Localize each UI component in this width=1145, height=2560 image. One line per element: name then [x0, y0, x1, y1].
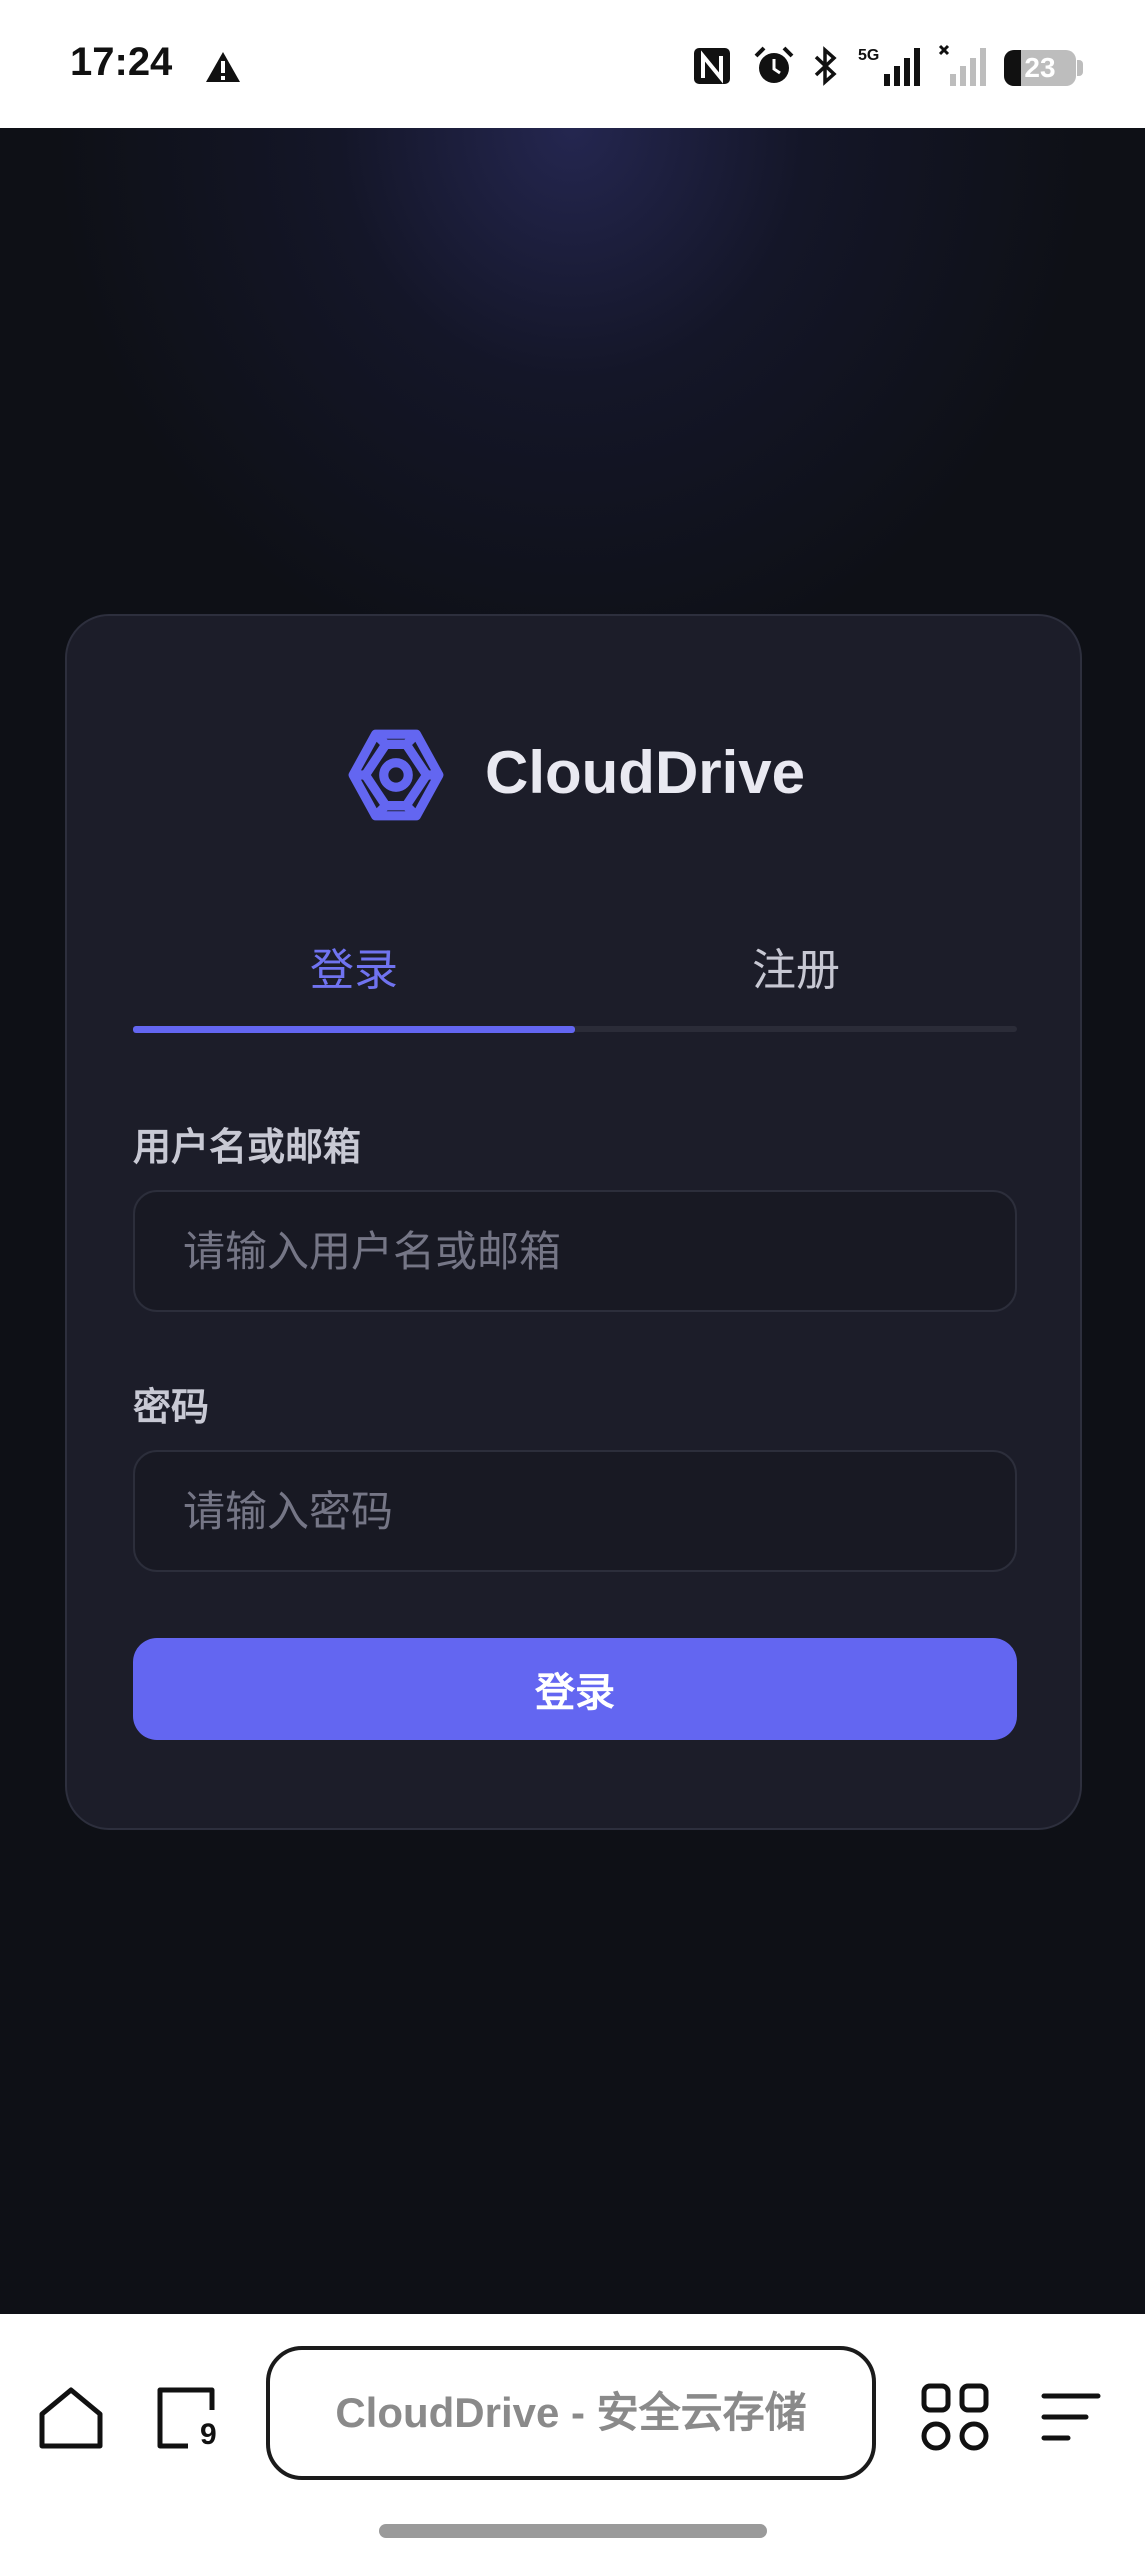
home-indicator[interactable]: [379, 2524, 767, 2538]
password-label: 密码: [133, 1385, 210, 1429]
nfc-icon: [694, 48, 730, 84]
auth-card: CloudDrive 登录 注册 用户名或邮箱 密码 登录: [65, 614, 1082, 1830]
brand-name: CloudDrive: [485, 739, 806, 806]
tabs-button[interactable]: 9: [150, 2380, 224, 2454]
url-bar[interactable]: CloudDrive - 安全云存储: [266, 2346, 876, 2480]
password-input[interactable]: [133, 1450, 1017, 1572]
svg-text:5G: 5G: [858, 47, 879, 64]
tab-login[interactable]: 登录: [133, 936, 575, 1028]
home-icon[interactable]: [34, 2380, 108, 2454]
login-button[interactable]: 登录: [133, 1638, 1017, 1740]
username-label: 用户名或邮箱: [133, 1125, 362, 1169]
battery-level: 23: [1024, 52, 1056, 83]
tab-count: 9: [200, 2418, 217, 2451]
auth-tabs: 登录 注册: [133, 936, 1017, 1036]
browser-bottom-bar: 9 CloudDrive - 安全云存储: [0, 2314, 1145, 2560]
status-bar: 17:24 5G 23: [0, 0, 1145, 128]
status-time: 17:24: [70, 40, 173, 84]
signal-5g-icon: 5G: [858, 47, 920, 86]
signal-no-sim-icon: [938, 44, 986, 86]
brand-header: CloudDrive: [67, 720, 1080, 830]
page-background: CloudDrive 登录 注册 用户名或邮箱 密码 登录: [0, 128, 1145, 2314]
grid-icon[interactable]: [918, 2380, 992, 2454]
battery-tip: [1077, 60, 1083, 76]
alarm-icon: [754, 46, 794, 83]
tab-active-indicator: [133, 1026, 575, 1033]
gear-logo-icon: [348, 729, 444, 821]
menu-icon[interactable]: [1034, 2380, 1108, 2454]
warning-icon: [206, 52, 240, 82]
username-input[interactable]: [133, 1190, 1017, 1312]
battery-icon: 23: [1004, 50, 1076, 86]
tab-register[interactable]: 注册: [575, 936, 1017, 1028]
bluetooth-icon: [814, 46, 837, 86]
